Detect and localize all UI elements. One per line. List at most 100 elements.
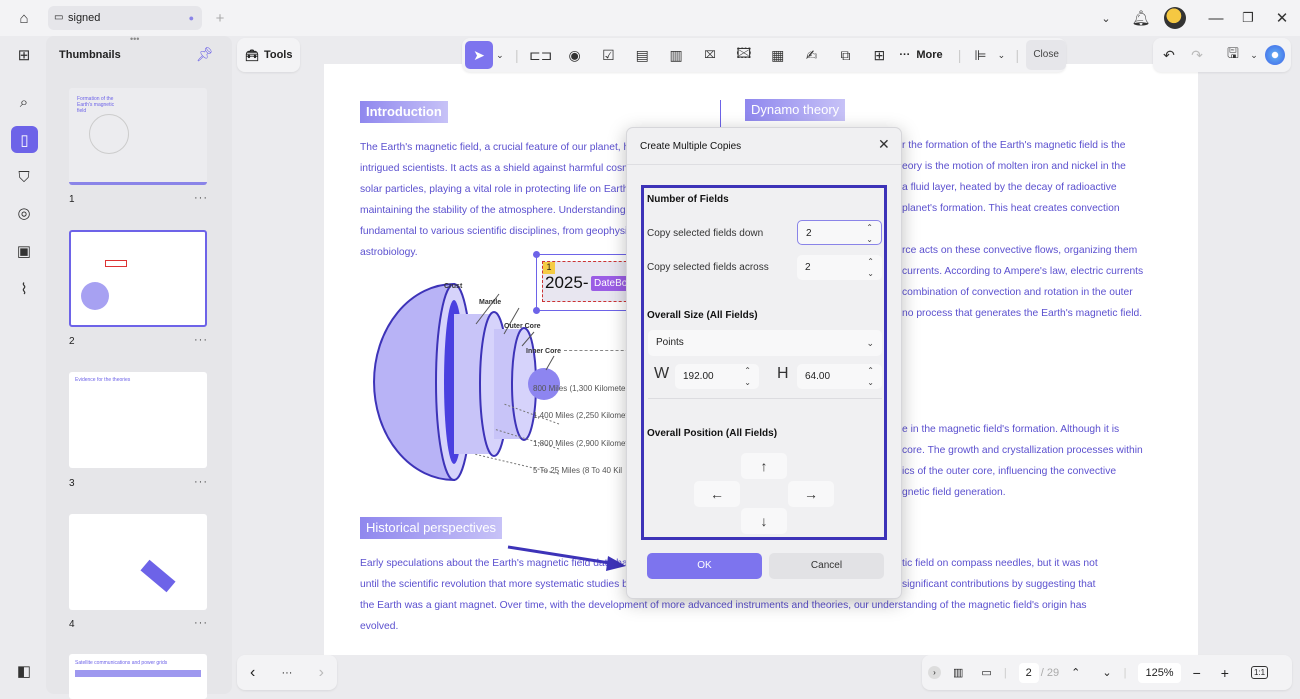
label-inner-core: Inner Core (526, 348, 562, 355)
chevron-right-icon[interactable]: › (319, 664, 324, 682)
home-icon[interactable]: ⌂ (12, 8, 36, 28)
radio-button-icon[interactable]: ◉ (561, 41, 589, 69)
page-layout-icon[interactable]: ▥ (953, 666, 963, 679)
bell-icon[interactable]: 🔔︎ (1130, 7, 1152, 29)
stepper-arrows-icon[interactable]: ⌃ ⌄ (867, 255, 874, 280)
unit-dropdown[interactable]: Points ⌄ (648, 330, 882, 356)
page-input[interactable]: 2 (1018, 662, 1039, 683)
zoom-level[interactable]: 125% (1138, 662, 1181, 683)
more-label: More (916, 49, 943, 61)
close-icon[interactable]: ✕ (1272, 8, 1292, 28)
height-stepper[interactable]: 64.00 ⌃ ⌄ (797, 364, 882, 389)
stamp-icon[interactable]: ▣ (12, 241, 36, 261)
layers-icon[interactable]: ◧ (12, 661, 36, 681)
chevron-down-icon[interactable]: ⌄ (1247, 41, 1261, 69)
undo-icon[interactable]: ↶ (1155, 41, 1183, 69)
chevron-up-icon[interactable]: ⌃ (1071, 666, 1080, 679)
move-right-button[interactable]: → (788, 481, 834, 507)
more-icon[interactable]: ··· (281, 667, 292, 679)
page-number: 4 (69, 619, 75, 630)
thumbnail-page-5[interactable]: Satellite communications and power grids (69, 654, 207, 699)
chevron-down-icon[interactable]: ⌄ (1102, 666, 1111, 679)
button-field-icon[interactable]: ⌧ (696, 41, 724, 69)
date-field[interactable]: 1 2025- DateBox (542, 261, 637, 302)
thumbnail-page-3[interactable]: Evidence for the theories (69, 372, 207, 468)
cancel-button[interactable]: Cancel (769, 553, 884, 579)
align-icon[interactable]: ⊫ (967, 41, 995, 69)
text-line: tic field on compass needles, but it was… (902, 558, 1098, 569)
search-icon[interactable]: ⌕ (12, 92, 36, 112)
date-value: 2025- (545, 273, 589, 292)
plus-icon[interactable]: + (210, 8, 230, 28)
more-icon[interactable]: ··· (194, 334, 208, 346)
list-box-icon[interactable]: ▥ (662, 41, 690, 69)
actual-size-button[interactable]: 1:1 (1250, 666, 1269, 679)
close-icon[interactable]: ✕ (878, 136, 890, 153)
stepper-arrows-icon[interactable]: ⌃ ⌄ (866, 221, 873, 246)
tools-button[interactable]: 🧰︎ Tools (237, 38, 300, 72)
copy-across-value: 2 (805, 262, 811, 273)
date-field-selection[interactable]: 1 2025- DateBox (533, 251, 637, 314)
text-line: solar particles, playing a vital role in… (360, 184, 638, 195)
chevron-down-icon[interactable]: ⌄ (493, 41, 507, 69)
width-stepper[interactable]: 192.00 ⌃ ⌄ (675, 364, 759, 389)
presentation-icon[interactable]: ▭ (981, 666, 991, 679)
image-field-icon[interactable]: 🖾 (730, 41, 758, 69)
thumbnail-page-1[interactable]: Formation of the Earth's magnetic field (69, 88, 207, 185)
combo-box-icon[interactable]: ▤ (628, 41, 656, 69)
page-total: / 29 (1040, 666, 1060, 679)
redo-icon[interactable]: ↷ (1183, 41, 1211, 69)
signature-icon[interactable]: ✍︎ (798, 41, 826, 69)
more-button[interactable]: ··· More (899, 49, 942, 61)
more-icon[interactable]: ··· (194, 192, 208, 204)
copy-across-stepper[interactable]: 2 ⌃ ⌄ (797, 255, 882, 280)
thumbnail-page-2[interactable] (69, 230, 207, 327)
resize-handle[interactable] (533, 251, 540, 258)
more-icon[interactable]: ··· (194, 617, 208, 629)
copy-down-stepper[interactable]: 2 ⌃ ⌄ (797, 220, 882, 245)
save-icon[interactable]: 🖫 (1219, 41, 1247, 69)
bookmark-icon[interactable]: ⛉ (12, 167, 36, 187)
grid-icon[interactable]: ⊞ (12, 45, 36, 65)
stepper-arrows-icon[interactable]: ⌃ ⌄ (867, 364, 874, 389)
date-field-icon[interactable]: ▦ (764, 41, 792, 69)
ok-button[interactable]: OK (647, 553, 762, 579)
move-up-button[interactable]: ↑ (741, 453, 787, 479)
zoom-out-icon[interactable]: − (1193, 665, 1201, 681)
zoom-in-icon[interactable]: + (1221, 665, 1229, 681)
move-down-button[interactable]: ↓ (741, 508, 787, 534)
minimize-icon[interactable]: — (1206, 8, 1226, 28)
copy-down-label: Copy selected fields down (647, 228, 764, 239)
text-line: planet's formation. This heat creates co… (902, 203, 1120, 214)
close-button[interactable]: Close (1026, 40, 1066, 70)
grid-icon[interactable]: ⊞ (865, 41, 893, 69)
checkbox-icon[interactable]: ☑ (594, 41, 622, 69)
resize-handle[interactable] (533, 307, 540, 314)
chevron-down-icon[interactable]: ⌄ (1096, 8, 1116, 28)
chevron-down-icon[interactable]: ⌄ (994, 41, 1008, 69)
avatar[interactable] (1164, 7, 1186, 29)
maximize-icon[interactable]: ❐ (1238, 8, 1258, 28)
pin-icon[interactable]: 📌︎ (196, 46, 214, 63)
stepper-arrows-icon[interactable]: ⌃ ⌄ (744, 364, 751, 389)
chevron-down-icon: ⌄ (866, 338, 874, 348)
drag-handle[interactable]: ••• (130, 34, 139, 44)
select-pointer-icon[interactable]: ➤ (465, 41, 493, 69)
more-icon[interactable]: ··· (194, 476, 208, 488)
text-line: combination of convection and rotation i… (902, 287, 1133, 298)
text-field-icon[interactable]: ⊏⊐ (527, 41, 555, 69)
pages-icon[interactable]: ▯ (11, 126, 38, 153)
label-mantle: Mantle (479, 299, 502, 306)
multiple-copies-icon[interactable]: ⧉ (832, 41, 860, 69)
expand-icon[interactable]: › (928, 666, 941, 679)
ai-assistant-icon[interactable] (1265, 45, 1285, 65)
text-line: currents. According to Ampere's law, ele… (902, 266, 1144, 277)
chevron-left-icon[interactable]: ‹ (250, 664, 255, 682)
comment-search-icon[interactable]: ◎ (12, 203, 36, 223)
text-line: astrobiology. (360, 247, 418, 258)
attachment-icon[interactable]: ⌇ (12, 279, 36, 299)
text-line: significant contributions by suggesting … (902, 579, 1096, 590)
thumbnail-page-4[interactable] (69, 514, 207, 610)
move-left-button[interactable]: ← (694, 481, 740, 507)
document-tab[interactable]: ▭ signed ● (48, 6, 202, 30)
